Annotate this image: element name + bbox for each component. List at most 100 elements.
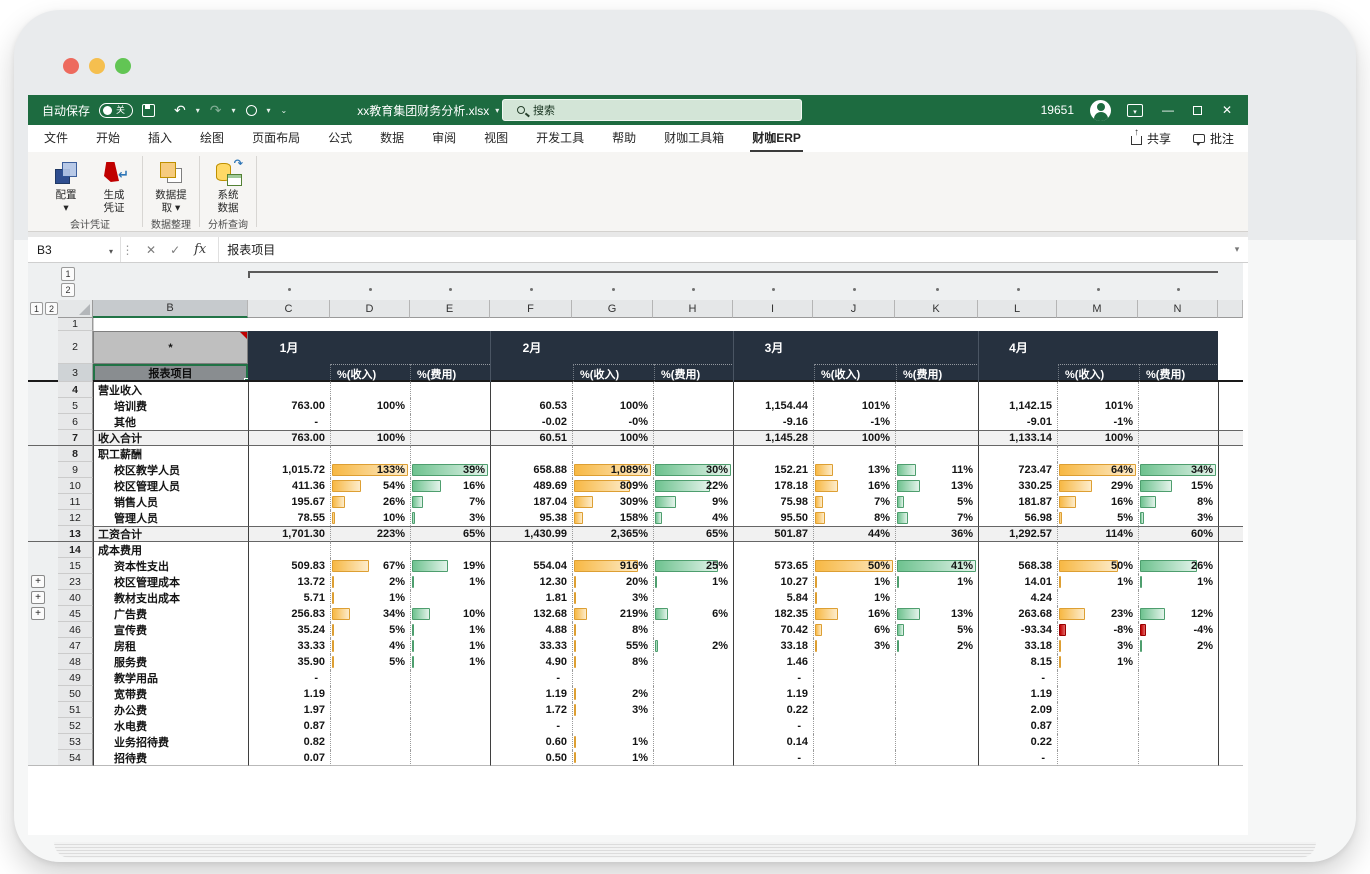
undo-icon[interactable]: ↶ xyxy=(174,103,186,117)
grid-cell[interactable]: 30% xyxy=(653,462,733,478)
grid-cell[interactable]: 5% xyxy=(330,622,410,638)
grid-cell[interactable] xyxy=(895,414,978,430)
row-number[interactable]: 5 xyxy=(58,398,93,414)
grid-cell[interactable] xyxy=(1057,542,1138,558)
grid-cell[interactable] xyxy=(895,382,978,398)
grid-cell[interactable] xyxy=(572,382,653,398)
grid-cell[interactable]: 13% xyxy=(895,606,978,622)
row-label-cell[interactable]: 成本费用 xyxy=(93,542,248,558)
grid-cell[interactable]: 1% xyxy=(410,654,490,670)
restore-button[interactable] xyxy=(1193,106,1202,115)
grid-cell[interactable]: 2,365% xyxy=(572,526,653,542)
selected-cell-b3[interactable]: 报表项目 xyxy=(93,364,248,380)
grid-cell[interactable] xyxy=(330,318,410,331)
row-label-cell[interactable]: 营业收入 xyxy=(93,382,248,398)
grid-cell[interactable]: 19% xyxy=(410,558,490,574)
grid-cell[interactable]: 4% xyxy=(330,638,410,654)
grid-cell[interactable]: 16% xyxy=(813,606,895,622)
ribbon-button-系统数据[interactable]: ↷系统 数据 xyxy=(206,156,250,215)
customize-qat-icon[interactable]: ⌄ xyxy=(281,106,288,115)
grid-cell[interactable]: 2% xyxy=(653,638,733,654)
row-label-cell[interactable]: 服务费 xyxy=(93,654,248,670)
grid-cell[interactable]: 1,430.99 xyxy=(490,526,572,542)
grid-cell[interactable]: 0.87 xyxy=(978,718,1057,734)
grid-cell[interactable]: 554.04 xyxy=(490,558,572,574)
grid-cell[interactable] xyxy=(1218,526,1243,542)
grid-cell[interactable] xyxy=(1218,462,1243,478)
grid-cell[interactable]: 100% xyxy=(813,430,895,446)
grid-cell[interactable] xyxy=(1138,414,1218,430)
grid-cell[interactable]: 25% xyxy=(653,558,733,574)
document-title[interactable]: xx教育集团财务分析.xlsx ▾ xyxy=(357,102,499,119)
outline-expand-button[interactable]: + xyxy=(31,607,45,620)
row-number[interactable]: 13 xyxy=(58,526,93,542)
grid-cell[interactable]: 60.51 xyxy=(490,430,572,446)
grid-cell[interactable] xyxy=(1138,382,1218,398)
grid-cell[interactable]: 100% xyxy=(572,398,653,414)
grid-cell[interactable]: 7% xyxy=(813,494,895,510)
grid-cell[interactable]: - xyxy=(248,670,330,686)
grid-cell[interactable]: 5.71 xyxy=(248,590,330,606)
grid-cell[interactable]: 1% xyxy=(410,574,490,590)
row-label-cell[interactable]: 职工薪酬 xyxy=(93,446,248,462)
close-button[interactable]: ✕ xyxy=(1218,103,1236,117)
grid-cell[interactable]: 1% xyxy=(1057,574,1138,590)
minimize-button[interactable]: — xyxy=(1159,103,1177,117)
grid-cell[interactable]: 4.88 xyxy=(490,622,572,638)
grid-cell[interactable]: 2% xyxy=(330,574,410,590)
ribbon-button-配置[interactable]: 配置 ▾ xyxy=(44,156,88,215)
close-traffic-light[interactable] xyxy=(63,58,79,74)
grid-cell[interactable]: 9% xyxy=(653,494,733,510)
grid-cell[interactable] xyxy=(813,750,895,766)
grid-cell[interactable] xyxy=(1218,478,1243,494)
grid-cell[interactable]: 50% xyxy=(1057,558,1138,574)
grid-cell[interactable]: 1.97 xyxy=(248,702,330,718)
grid-cell[interactable]: 5.84 xyxy=(733,590,813,606)
row-number[interactable]: 9 xyxy=(58,462,93,478)
grid-cell[interactable]: 1.72 xyxy=(490,702,572,718)
column-header-K[interactable]: K xyxy=(895,300,978,318)
grid-cell[interactable]: 3% xyxy=(1138,510,1218,526)
grid-cell[interactable]: 4% xyxy=(653,510,733,526)
grid-cell[interactable] xyxy=(978,382,1057,398)
grid-cell[interactable]: 101% xyxy=(1057,398,1138,414)
grid-cell[interactable] xyxy=(410,686,490,702)
grid-cell[interactable] xyxy=(895,318,978,331)
grid-cell[interactable]: 60% xyxy=(1138,526,1218,542)
grid-cell[interactable] xyxy=(895,670,978,686)
grid-cell[interactable]: 0.82 xyxy=(248,734,330,750)
grid-cell[interactable]: 114% xyxy=(1057,526,1138,542)
tab-数据[interactable]: 数据 xyxy=(378,125,406,152)
grid-cell[interactable]: 309% xyxy=(572,494,653,510)
grid-cell[interactable]: 8% xyxy=(813,510,895,526)
grid-cell[interactable]: 15% xyxy=(1138,478,1218,494)
grid-cell[interactable]: 1% xyxy=(572,734,653,750)
grid-cell[interactable] xyxy=(1138,542,1218,558)
grid-cell[interactable] xyxy=(1218,670,1243,686)
grid-cell[interactable]: 65% xyxy=(410,526,490,542)
grid-cell[interactable]: 1,015.72 xyxy=(248,462,330,478)
tab-页面布局[interactable]: 页面布局 xyxy=(250,125,302,152)
grid-cell[interactable]: 330.25 xyxy=(978,478,1057,494)
grid-cell[interactable]: 1% xyxy=(653,574,733,590)
tab-审阅[interactable]: 审阅 xyxy=(430,125,458,152)
grid-cell[interactable]: 509.83 xyxy=(248,558,330,574)
row-number[interactable]: 48 xyxy=(58,654,93,670)
grid-cell[interactable]: 65% xyxy=(653,526,733,542)
row-label-cell[interactable]: 校区教学人员 xyxy=(93,462,248,478)
grid-cell[interactable]: -8% xyxy=(1057,622,1138,638)
grid-cell[interactable] xyxy=(410,590,490,606)
grid-cell[interactable]: 34% xyxy=(330,606,410,622)
column-header-C[interactable]: C xyxy=(248,300,330,318)
formula-input[interactable]: 报表项目 xyxy=(219,237,1226,262)
grid-cell[interactable]: 1.19 xyxy=(978,686,1057,702)
grid-cell[interactable] xyxy=(895,702,978,718)
grid-cell[interactable]: 12% xyxy=(1138,606,1218,622)
grid-cell[interactable]: 35.24 xyxy=(248,622,330,638)
grid-cell[interactable]: -4% xyxy=(1138,622,1218,638)
grid-cell[interactable] xyxy=(1138,750,1218,766)
grid-cell[interactable] xyxy=(813,702,895,718)
grid-cell[interactable]: 568.38 xyxy=(978,558,1057,574)
row-label-cell[interactable]: 业务招待费 xyxy=(93,734,248,750)
row-number[interactable]: 3 xyxy=(58,364,93,382)
